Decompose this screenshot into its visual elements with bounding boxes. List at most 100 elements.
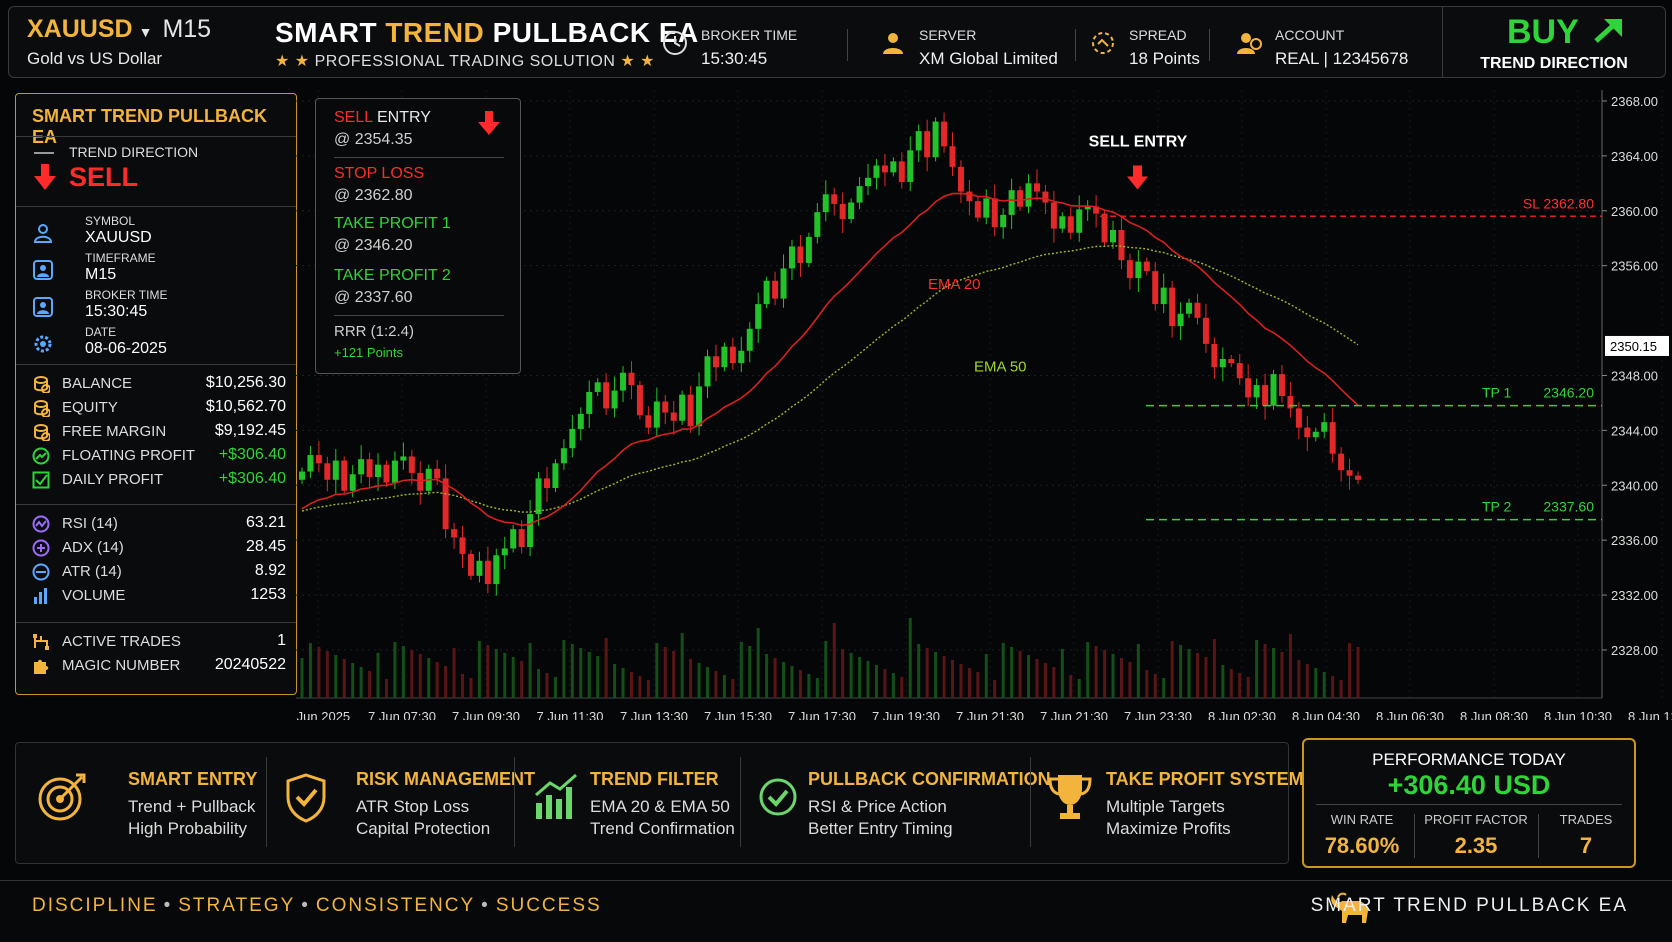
candle-body-down xyxy=(1152,271,1159,305)
row-equity: EQUITY $10,562.70 xyxy=(32,397,286,417)
divider xyxy=(514,757,515,847)
volume-bar xyxy=(1027,655,1031,698)
reward-points: +121 Points xyxy=(334,345,404,360)
divider xyxy=(16,206,296,207)
win-rate-stat: WIN RATE 78.60% xyxy=(1310,812,1414,859)
x-tick-label: 7 Jun 19:30 xyxy=(872,709,940,720)
candle-body-up xyxy=(704,356,711,387)
candle-body-up xyxy=(611,390,618,409)
volume-bar xyxy=(942,656,946,698)
panel-title: SMART TREND PULLBACK EA xyxy=(32,106,267,147)
volume-bar xyxy=(1094,646,1098,698)
tp2-price: @ 2337.60 xyxy=(334,289,413,306)
tp2-line-price: 2337.60 xyxy=(1543,499,1594,515)
volume-bar xyxy=(1018,651,1022,698)
volume-bar xyxy=(1288,634,1292,698)
spread-value: 18 Points xyxy=(1129,49,1200,68)
volume-bar xyxy=(1052,667,1056,698)
volume-bar xyxy=(503,653,507,698)
candle-body-up xyxy=(822,194,829,213)
volume-bar xyxy=(1077,679,1081,698)
entry-price: @ 2354.35 xyxy=(334,131,413,148)
trade-levels-box: SELL ENTRY @ 2354.35 STOP LOSS @ 2362.80… xyxy=(315,98,521,374)
volume-bar xyxy=(697,663,701,698)
row-value: 8.92 xyxy=(254,562,286,579)
symbol: XAUUSD xyxy=(27,15,133,43)
row-free-margin: FREE MARGIN $9,192.45 xyxy=(32,421,286,441)
row-label: ADX (14) xyxy=(62,539,124,556)
candle-body-down xyxy=(1329,422,1336,454)
candle-body-up xyxy=(586,391,593,414)
arrow-down-icon xyxy=(478,111,500,135)
volume-bar xyxy=(1162,678,1166,698)
divider xyxy=(1209,29,1210,61)
volume-bar xyxy=(841,649,845,698)
candle-body-down xyxy=(366,459,373,478)
candle-body-up xyxy=(814,212,821,237)
feature-desc: Capital Protection xyxy=(356,819,491,838)
account-label: ACCOUNT xyxy=(1275,27,1345,43)
volume-bar xyxy=(359,667,363,698)
candle-body-down xyxy=(1211,343,1218,368)
candle-body-down xyxy=(451,529,458,538)
row-balance: BALANCE $10,256.30 xyxy=(32,373,286,393)
volume-bar xyxy=(1322,672,1326,698)
row-value: 1253 xyxy=(250,586,286,603)
candle-body-down xyxy=(1169,287,1176,327)
profit-factor-value: 2.35 xyxy=(1454,833,1498,858)
ema20-label: EMA 20 xyxy=(928,276,981,293)
symbol-selector[interactable]: XAUUSD ▼ M15 xyxy=(27,15,211,44)
candle-body-up xyxy=(1025,183,1032,207)
y-tick-label: 2348.00 xyxy=(1611,368,1658,383)
candle-body-up xyxy=(501,548,508,556)
volume-bar xyxy=(317,647,321,698)
candle-body-up xyxy=(552,463,559,489)
volume-bar xyxy=(537,669,541,698)
profit-factor-stat: PROFIT FACTOR 2.35 xyxy=(1414,812,1538,859)
account-user-icon xyxy=(1237,33,1262,54)
row-floating-profit: FLOATING PROFIT +$306.40 xyxy=(32,445,286,465)
y-tick-label: 2328.00 xyxy=(1611,643,1658,658)
candle-body-down xyxy=(797,246,804,263)
y-tick-label: 2360.00 xyxy=(1611,204,1658,219)
volume-bar xyxy=(714,671,718,698)
candle-body-up xyxy=(391,460,398,483)
chevron-down-icon[interactable]: ▼ xyxy=(139,24,153,40)
feature-title: TREND FILTER xyxy=(590,769,719,789)
candle-body-up xyxy=(1186,302,1193,314)
candle-body-down xyxy=(1245,378,1252,398)
info-value: 15:30:45 xyxy=(85,303,148,320)
server-value: XM Global Limited xyxy=(919,49,1058,68)
candle-body-up xyxy=(848,202,855,220)
timeframe[interactable]: M15 xyxy=(162,15,211,43)
tagline: ★ ★ PROFESSIONAL TRADING SOLUTION ★ ★ xyxy=(275,51,655,71)
candle-body-up xyxy=(721,346,728,368)
tp1-label: TAKE PROFIT 1 xyxy=(334,215,451,232)
x-tick-label: 7 Jun 11:30 xyxy=(537,709,604,720)
feature-desc: High Probability xyxy=(128,819,248,838)
sell-entry-label: SELL ENTRY xyxy=(1089,133,1188,150)
trend-up-circle-icon xyxy=(32,447,50,465)
candle-body-up xyxy=(569,428,576,449)
coin-stack-icon xyxy=(34,424,50,441)
volume-bar xyxy=(773,658,777,698)
volume-bar xyxy=(452,648,456,698)
candle-body-down xyxy=(839,203,846,220)
x-tick-label: 8 Jun 10:30 xyxy=(1544,709,1612,720)
row-label: FLOATING PROFIT xyxy=(62,447,196,464)
candle-body-up xyxy=(527,514,534,548)
candle-body-up xyxy=(763,280,770,305)
volume-bar xyxy=(1195,653,1199,698)
volume-bar xyxy=(1229,669,1233,698)
footer-brand: SMART TREND PULLBACK EA xyxy=(1310,895,1628,916)
tp2-line-label: TP 2 xyxy=(1482,499,1512,515)
sell-entry-arrow-head xyxy=(1127,176,1148,190)
tp1-line-price: 2346.20 xyxy=(1543,385,1594,401)
x-tick-label: 8 Jun 02:30 xyxy=(1208,709,1276,720)
volume-bar xyxy=(739,642,743,698)
volume-bar xyxy=(587,652,591,698)
candle-body-down xyxy=(966,191,973,202)
candle-body-down xyxy=(941,121,948,147)
feature-title: SMART ENTRY xyxy=(128,769,258,789)
trophy-icon xyxy=(1048,775,1092,819)
